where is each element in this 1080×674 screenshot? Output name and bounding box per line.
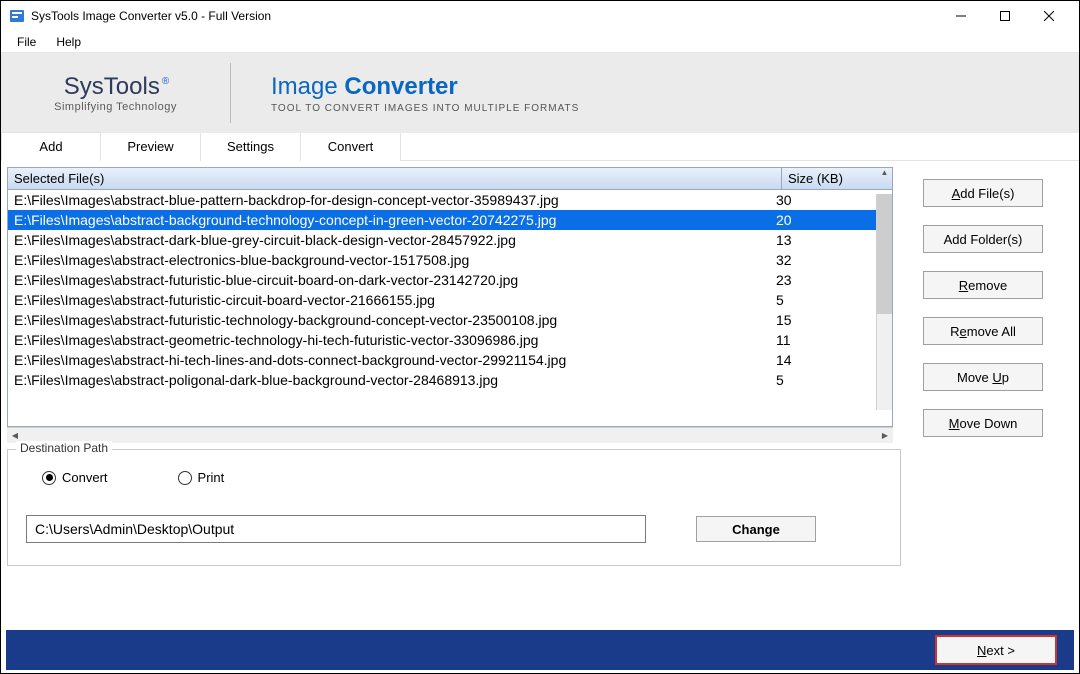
titlebar: SysTools Image Converter v5.0 - Full Ver… <box>1 1 1079 31</box>
table-body[interactable]: E:\Files\Images\abstract-blue-pattern-ba… <box>8 190 892 426</box>
minimize-button[interactable] <box>939 1 983 31</box>
file-size-cell: 11 <box>776 332 886 348</box>
footer-bar: Next > <box>6 630 1074 670</box>
table-row[interactable]: E:\Files\Images\abstract-poligonal-dark-… <box>8 370 892 390</box>
file-pane: Selected File(s) Size (KB) E:\Files\Imag… <box>7 167 893 443</box>
table-row[interactable]: E:\Files\Images\abstract-futuristic-circ… <box>8 290 892 310</box>
radio-print-label: Print <box>198 470 225 485</box>
file-name-cell: E:\Files\Images\abstract-electronics-blu… <box>14 252 776 268</box>
product-tagline: TOOL TO CONVERT IMAGES INTO MULTIPLE FOR… <box>271 103 579 114</box>
product-title: Image Converter <box>271 73 579 101</box>
file-size-cell: 23 <box>776 272 886 288</box>
logo-block: SysTools® Simplifying Technology <box>1 63 231 123</box>
file-size-cell: 5 <box>776 372 886 388</box>
file-name-cell: E:\Files\Images\abstract-poligonal-dark-… <box>14 372 776 388</box>
column-header-size[interactable]: Size (KB) <box>782 168 892 189</box>
table-row[interactable]: E:\Files\Images\abstract-electronics-blu… <box>8 250 892 270</box>
column-header-name[interactable]: Selected File(s) <box>8 168 782 189</box>
side-buttons: Add File(s) Add Folder(s) Remove Remove … <box>893 167 1073 443</box>
file-size-cell: 14 <box>776 352 886 368</box>
table-row[interactable]: E:\Files\Images\abstract-background-tech… <box>8 210 892 230</box>
file-name-cell: E:\Files\Images\abstract-futuristic-tech… <box>14 312 776 328</box>
file-name-cell: E:\Files\Images\abstract-geometric-techn… <box>14 332 776 348</box>
radio-convert[interactable]: Convert <box>42 470 108 485</box>
product-block: Image Converter TOOL TO CONVERT IMAGES I… <box>231 73 579 114</box>
tab-convert[interactable]: Convert <box>301 133 401 161</box>
move-down-button[interactable]: Move Down <box>923 409 1043 437</box>
table-row[interactable]: E:\Files\Images\abstract-blue-pattern-ba… <box>8 190 892 210</box>
add-folders-button[interactable]: Add Folder(s) <box>923 225 1043 253</box>
product-title-thin: Image <box>271 73 344 100</box>
table-row[interactable]: E:\Files\Images\abstract-dark-blue-grey-… <box>8 230 892 250</box>
vertical-scrollbar[interactable] <box>876 194 892 410</box>
table-row[interactable]: E:\Files\Images\abstract-futuristic-blue… <box>8 270 892 290</box>
change-button[interactable]: Change <box>696 516 816 542</box>
logo-name: SysTools <box>64 73 160 100</box>
file-size-cell: 20 <box>776 212 886 228</box>
file-name-cell: E:\Files\Images\abstract-background-tech… <box>14 212 776 228</box>
file-name-cell: E:\Files\Images\abstract-hi-tech-lines-a… <box>14 352 776 368</box>
file-size-cell: 30 <box>776 192 886 208</box>
tabs: Add Preview Settings Convert <box>1 133 1079 161</box>
file-name-cell: E:\Files\Images\abstract-dark-blue-grey-… <box>14 232 776 248</box>
remove-all-button[interactable]: Remove All <box>923 317 1043 345</box>
remove-button[interactable]: Remove <box>923 271 1043 299</box>
scroll-right-icon[interactable]: ▶ <box>877 431 893 440</box>
table-header: Selected File(s) Size (KB) <box>8 168 892 190</box>
radio-icon <box>178 471 192 485</box>
app-icon <box>9 8 25 24</box>
file-name-cell: E:\Files\Images\abstract-blue-pattern-ba… <box>14 192 776 208</box>
logo-text: SysTools® <box>64 73 167 101</box>
radio-row: Convert Print <box>42 470 882 485</box>
file-name-cell: E:\Files\Images\abstract-futuristic-blue… <box>14 272 776 288</box>
table-row[interactable]: E:\Files\Images\abstract-geometric-techn… <box>8 330 892 350</box>
file-size-cell: 13 <box>776 232 886 248</box>
destination-legend: Destination Path <box>16 441 112 455</box>
file-size-cell: 15 <box>776 312 886 328</box>
scroll-thumb[interactable] <box>877 194 892 314</box>
table-row[interactable]: E:\Files\Images\abstract-hi-tech-lines-a… <box>8 350 892 370</box>
horizontal-scrollbar[interactable]: ◀ ▶ <box>7 427 893 443</box>
menubar: File Help <box>1 31 1079 53</box>
close-button[interactable] <box>1027 1 1071 31</box>
radio-icon <box>42 471 56 485</box>
add-files-button[interactable]: Add File(s) <box>923 179 1043 207</box>
path-row: Change <box>26 515 882 543</box>
file-name-cell: E:\Files\Images\abstract-futuristic-circ… <box>14 292 776 308</box>
menu-help[interactable]: Help <box>46 33 91 51</box>
maximize-button[interactable] <box>983 1 1027 31</box>
tab-preview[interactable]: Preview <box>101 133 201 161</box>
table-row[interactable]: E:\Files\Images\abstract-futuristic-tech… <box>8 310 892 330</box>
destination-path-input[interactable] <box>26 515 646 543</box>
radio-convert-label: Convert <box>62 470 108 485</box>
window-title: SysTools Image Converter v5.0 - Full Ver… <box>31 9 271 23</box>
main-area: Selected File(s) Size (KB) E:\Files\Imag… <box>1 161 1079 443</box>
product-title-bold: Converter <box>344 73 457 100</box>
header-band: SysTools® Simplifying Technology Image C… <box>1 53 1079 133</box>
file-size-cell: 5 <box>776 292 886 308</box>
menu-file[interactable]: File <box>7 33 46 51</box>
destination-group: Destination Path Convert Print Change <box>7 449 901 566</box>
scroll-left-icon[interactable]: ◀ <box>7 431 23 440</box>
logo-subtitle: Simplifying Technology <box>54 101 177 113</box>
registered-icon: ® <box>162 76 169 87</box>
tab-add[interactable]: Add <box>1 132 101 161</box>
file-size-cell: 32 <box>776 252 886 268</box>
tab-settings[interactable]: Settings <box>201 133 301 161</box>
move-up-button[interactable]: Move Up <box>923 363 1043 391</box>
file-table: Selected File(s) Size (KB) E:\Files\Imag… <box>7 167 893 427</box>
next-button[interactable]: Next > <box>936 636 1056 664</box>
radio-print[interactable]: Print <box>178 470 225 485</box>
